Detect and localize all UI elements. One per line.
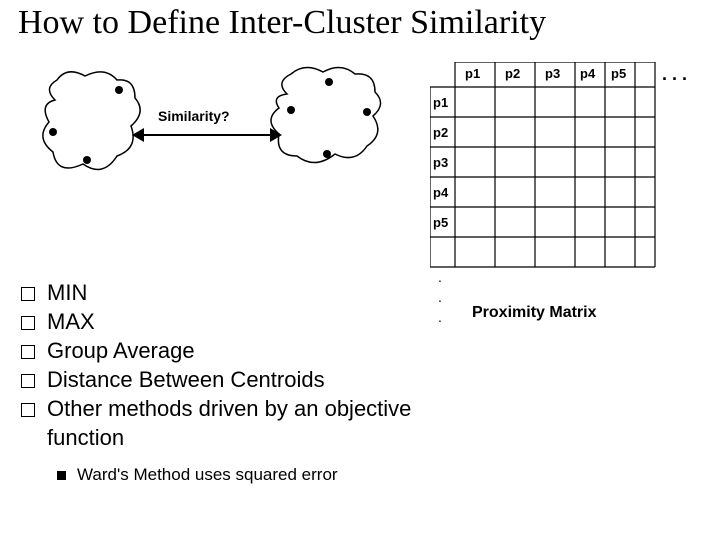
list-item: MAX: [17, 307, 417, 336]
double-arrow-icon: [132, 128, 282, 142]
matrix-caption: Proximity Matrix: [472, 304, 596, 322]
proximity-matrix: p1 p2 p3 p4 p5 p1 p2 p3 p4 p5 . . . . . …: [430, 62, 710, 352]
matrix-col-label: p5: [611, 66, 626, 81]
list-item: Group Average: [17, 336, 417, 365]
matrix-row-label: p2: [433, 125, 448, 140]
point-icon: [363, 108, 371, 116]
point-icon: [287, 106, 295, 114]
list-item: Distance Between Centroids: [17, 365, 417, 394]
ellipsis-v-icon: .: [438, 310, 442, 324]
matrix-col-label: p1: [465, 66, 480, 81]
page-title: How to Define Inter-Cluster Similarity: [18, 4, 546, 42]
list-item: MIN: [17, 278, 417, 307]
point-icon: [323, 150, 331, 158]
matrix-col-label: p3: [545, 66, 560, 81]
matrix-col-label: p2: [505, 66, 520, 81]
matrix-row-label: p5: [433, 215, 448, 230]
ellipsis-h-icon: . . .: [662, 64, 687, 85]
slide: How to Define Inter-Cluster Similarity S…: [0, 0, 720, 540]
matrix-col-label: p4: [580, 66, 595, 81]
point-icon: [325, 78, 333, 86]
bullet-list: MIN MAX Group Average Distance Between C…: [17, 278, 417, 488]
ellipsis-v-icon: .: [438, 290, 442, 304]
matrix-row-label: p1: [433, 95, 448, 110]
cluster-diagram: Similarity?: [35, 60, 395, 210]
list-item: Other methods driven by an objective fun…: [17, 394, 417, 452]
point-icon: [49, 128, 57, 136]
cluster-left-icon: [43, 72, 140, 170]
matrix-row-label: p4: [433, 185, 448, 200]
sub-list-item: Ward's Method uses squared error: [17, 462, 417, 488]
matrix-grid-icon: [430, 62, 670, 302]
point-icon: [83, 156, 91, 164]
similarity-label: Similarity?: [158, 108, 230, 124]
point-icon: [115, 86, 123, 94]
matrix-row-label: p3: [433, 155, 448, 170]
ellipsis-v-icon: .: [438, 270, 442, 284]
